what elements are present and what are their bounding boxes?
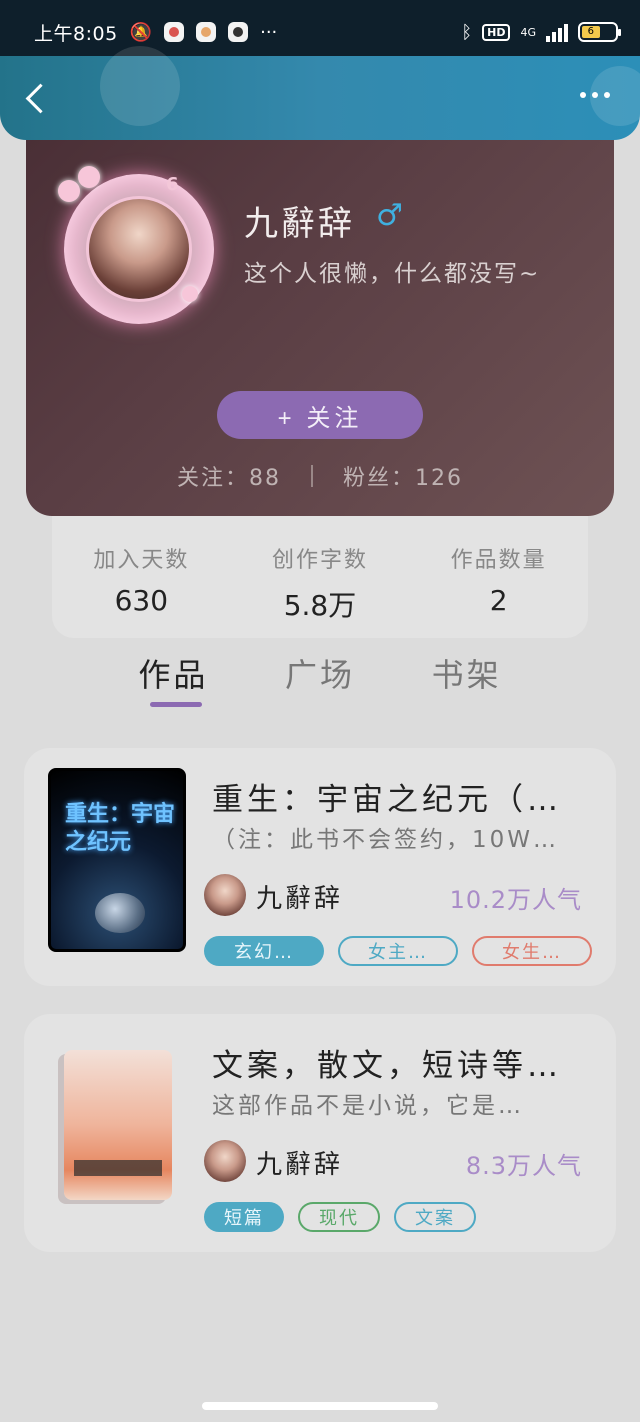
follow-stats: 关注：88 粉丝：126	[26, 460, 614, 492]
bell-off-icon: 🔕	[129, 21, 153, 43]
cover-decoration	[74, 1160, 162, 1176]
status-bar: 上午8:05 🔕 ··· ᛒ HD 4G 6	[0, 0, 640, 64]
battery-level: 6	[582, 26, 600, 38]
stat-works-count: 作品数量 2	[419, 542, 579, 638]
follow-button[interactable]: + 关注	[217, 391, 423, 439]
stat-value: 5.8万	[283, 589, 357, 622]
stat-value: 630	[114, 584, 169, 617]
butterfly-decoration-icon	[182, 286, 198, 302]
level-badge: 6	[166, 174, 179, 195]
system-icons: ᛒ HD 4G 6	[461, 21, 621, 43]
following-count[interactable]: 关注：88	[177, 460, 281, 492]
book-card[interactable]: 重生：宇宙之纪元 重生：宇宙之纪元（… （注：此书不会签约，10W… 九辭辞 1…	[24, 748, 616, 986]
stat-join-days: 加入天数 630	[61, 542, 221, 638]
tag[interactable]: 女生…	[472, 936, 592, 966]
author-name: 九辭辞	[256, 884, 344, 914]
tab-works[interactable]: 作品	[100, 650, 247, 710]
book-tags: 玄幻… 女主… 女生…	[204, 936, 592, 966]
notification-icons: 🔕 ···	[130, 22, 278, 43]
tag[interactable]: 短篇	[204, 1202, 284, 1232]
battery-icon: 6	[578, 22, 621, 42]
divider	[311, 465, 313, 487]
home-indicator[interactable]	[202, 1402, 438, 1410]
user-bio: 这个人很懒，什么都没写~	[244, 261, 541, 287]
stat-word-count: 创作字数 5.8万	[240, 542, 400, 638]
tab-bookshelf[interactable]: 书架	[393, 650, 540, 710]
top-app-bar	[0, 46, 640, 140]
book-description: （注：此书不会签约，10W…	[212, 827, 560, 853]
more-options-icon[interactable]	[580, 92, 610, 98]
username: 九辭辞	[244, 204, 355, 244]
popularity: 8.3万人气	[465, 1152, 582, 1180]
back-icon[interactable]	[22, 78, 58, 118]
author-name: 九辭辞	[256, 1150, 344, 1180]
hd-icon: HD	[482, 23, 511, 41]
popularity: 10.2万人气	[449, 886, 582, 914]
followers-count[interactable]: 粉丝：126	[343, 460, 463, 492]
stat-label: 加入天数	[93, 548, 190, 573]
tag[interactable]: 女主…	[338, 936, 458, 966]
book-card[interactable]: 文案，散文，短诗等… 这部作品不是小说，它是… 九辭辞 8.3万人气 短篇 现代…	[24, 1014, 616, 1252]
status-time: 上午8:05	[34, 22, 118, 45]
book-cover[interactable]	[64, 1050, 172, 1200]
book-description: 这部作品不是小说，它是…	[212, 1093, 524, 1119]
book-title[interactable]: 文案，散文，短诗等…	[212, 1040, 592, 1085]
stat-value: 2	[489, 584, 508, 617]
stat-label: 作品数量	[450, 548, 547, 573]
tag[interactable]: 文案	[394, 1202, 476, 1232]
profile-tabs: 作品 广场 书架	[100, 650, 540, 710]
cover-title: 重生：宇宙之纪元	[65, 802, 176, 855]
tag[interactable]: 玄幻…	[204, 936, 324, 966]
avatar	[86, 196, 192, 302]
signal-icon	[546, 22, 568, 42]
male-gender-icon: ♂	[376, 198, 403, 233]
network-type: 4G	[520, 25, 536, 39]
author-avatar	[204, 1140, 246, 1182]
book-cover[interactable]: 重生：宇宙之纪元	[48, 768, 186, 952]
author-avatar	[204, 874, 246, 916]
app-notification-icon	[228, 22, 249, 42]
app-notification-icon	[196, 22, 217, 42]
user-stats-panel: 加入天数 630 创作字数 5.8万 作品数量 2	[52, 516, 588, 638]
book-tags: 短篇 现代 文案	[204, 1202, 476, 1232]
avatar-frame[interactable]	[58, 166, 214, 324]
more-notifications-icon: ···	[260, 21, 278, 43]
flower-decoration-icon	[58, 180, 80, 202]
stat-label: 创作字数	[271, 548, 368, 573]
book-title[interactable]: 重生：宇宙之纪元（…	[212, 774, 592, 819]
tab-square[interactable]: 广场	[247, 650, 394, 710]
tag[interactable]: 现代	[298, 1202, 380, 1232]
flower-decoration-icon	[78, 166, 100, 188]
profile-card: 6 九辭辞 ♂ 这个人很懒，什么都没写~ + 关注 关注：88 粉丝：126	[26, 140, 614, 516]
app-notification-icon	[164, 22, 185, 42]
planet-decoration-icon	[95, 893, 145, 933]
bluetooth-icon: ᛒ	[461, 21, 473, 43]
